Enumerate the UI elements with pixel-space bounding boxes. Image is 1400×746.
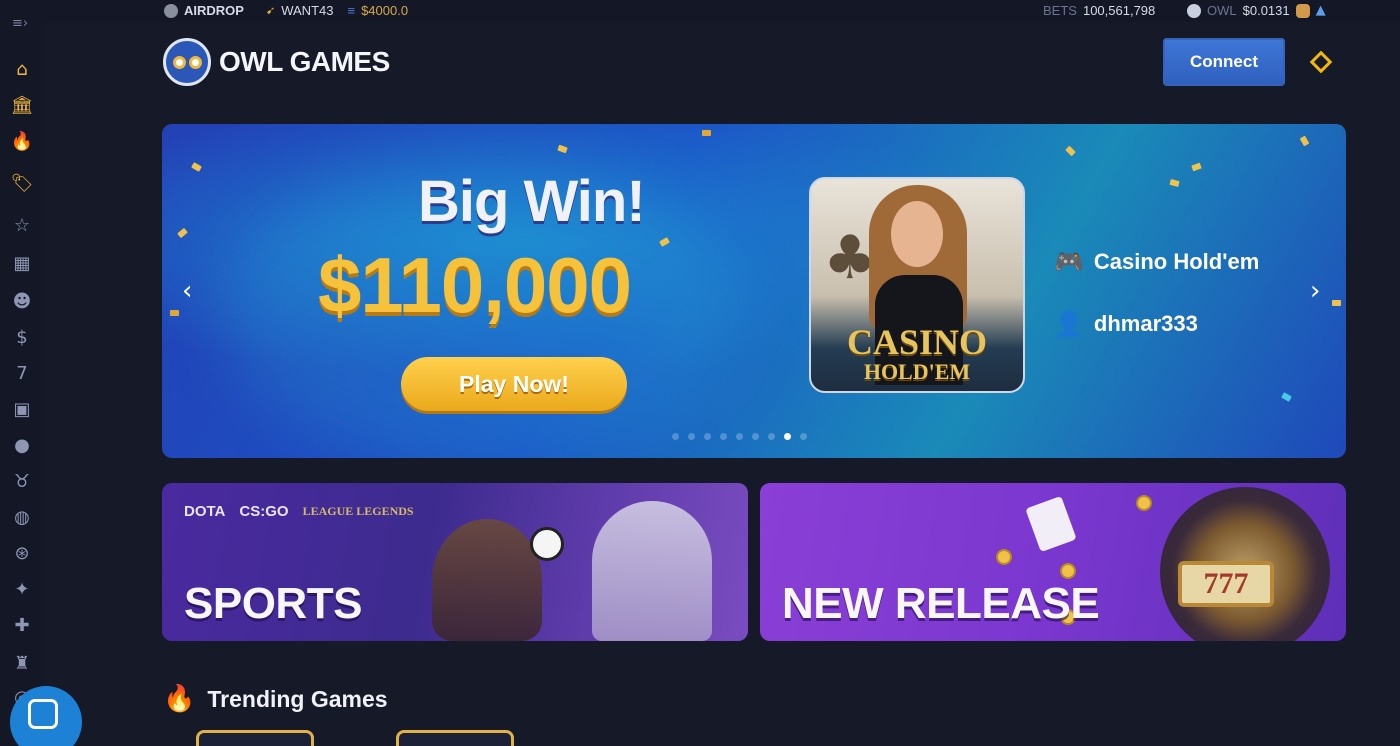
- pancakeswap-icon[interactable]: [1295, 3, 1310, 18]
- fire-icon: 🔥: [163, 684, 196, 714]
- slot-machine-icon: 777: [1178, 561, 1274, 607]
- user-icon: 👤: [1054, 310, 1084, 338]
- carousel-dot[interactable]: [800, 433, 807, 440]
- new-release-category-card[interactable]: 777 NEW RELEASE: [760, 483, 1346, 641]
- hero-next-arrow-icon[interactable]: ›: [1310, 276, 1320, 306]
- bull-icon[interactable]: ♉: [9, 468, 35, 494]
- carousel-indicator: [672, 433, 807, 440]
- soccer-ball-icon: [530, 527, 564, 561]
- carousel-dot[interactable]: [784, 433, 791, 440]
- hero-prev-arrow-icon[interactable]: ‹: [182, 276, 192, 306]
- win-amount: $110,000: [318, 241, 632, 329]
- chat-support-button[interactable]: [10, 686, 82, 746]
- winning-game[interactable]: 🎮 Casino Hold'em: [1054, 248, 1259, 276]
- carousel-dot[interactable]: [672, 433, 679, 440]
- trophy-icon[interactable]: ♜: [9, 650, 35, 676]
- top-info-bar: AIRDROP ➹ WANT43 ≡ $4000.0 BETS 100,561,…: [0, 0, 1400, 22]
- play-now-button[interactable]: Play Now!: [401, 357, 627, 411]
- connect-wallet-button[interactable]: Connect: [1163, 38, 1285, 86]
- trending-game-tile[interactable]: [196, 730, 314, 746]
- carousel-dot[interactable]: [752, 433, 759, 440]
- want-token[interactable]: ➹ WANT43 ≡ $4000.0: [266, 3, 408, 18]
- owl-token-icon: [1187, 3, 1201, 18]
- owl-icon[interactable]: ☻: [9, 288, 35, 314]
- carousel-dot[interactable]: [720, 433, 727, 440]
- grid-icon[interactable]: ▦: [9, 250, 35, 276]
- winning-player: 👤 dhmar333: [1054, 310, 1198, 338]
- hero-headline: Big Win!: [418, 169, 646, 234]
- equals-icon: ≡: [347, 3, 356, 18]
- sidebar: ≡› ⌂🏛🔥🏷☆▦☻$7▣●♉◍⊛✦✚♜◎: [0, 0, 82, 746]
- game-name: Casino Hold'em: [1093, 249, 1260, 274]
- owl-label: OWL: [1207, 3, 1237, 18]
- gamepad-icon: 🎮: [1054, 248, 1084, 276]
- csgo-logo: CS:GO: [239, 503, 289, 520]
- want-label: WANT43: [281, 3, 334, 18]
- airdrop-label: AIRDROP: [184, 3, 244, 18]
- puzzle-icon[interactable]: ✚: [9, 612, 35, 638]
- bets-label: BETS: [1043, 3, 1077, 18]
- airdrop-link[interactable]: AIRDROP: [164, 3, 244, 18]
- dota-logo: DOTA: [184, 503, 226, 520]
- player-name: dhmar333: [1093, 311, 1198, 336]
- trending-title: Trending Games: [207, 685, 388, 712]
- new-release-label: NEW RELEASE: [782, 579, 1100, 628]
- owl-price: OWL $0.0131 ▲: [1187, 3, 1326, 18]
- big-win-banner: ‹ › Big Win! $110,000 Play Now! ♣ CASINO…: [162, 124, 1346, 458]
- carousel-dot[interactable]: [704, 433, 711, 440]
- home-icon[interactable]: ⌂: [9, 56, 35, 82]
- airdrop-icon: [164, 3, 178, 18]
- carousel-dot[interactable]: [768, 433, 775, 440]
- tag-icon[interactable]: 🏷: [9, 170, 35, 196]
- bnb-chain-icon[interactable]: [1309, 50, 1333, 74]
- chat-icon: [28, 699, 58, 729]
- logo-text: OWL GAMES: [219, 46, 390, 77]
- game-thumbnail[interactable]: ♣ CASINO HOLD'EM: [809, 177, 1025, 393]
- rocket-icon: ➹: [266, 4, 276, 17]
- sidebar-toggle-icon[interactable]: ≡›: [12, 16, 28, 31]
- want-value: $4000.0: [361, 3, 409, 18]
- sports-label: SPORTS: [184, 579, 362, 628]
- esports-logos: DOTA CS:GO LEAGUE LEGENDS: [184, 503, 414, 520]
- ping-pong-icon[interactable]: ●: [9, 432, 35, 458]
- star-icon[interactable]: ☆: [9, 212, 35, 238]
- carousel-dot[interactable]: [688, 433, 695, 440]
- live-icon[interactable]: ▣: [9, 396, 35, 422]
- wheel-icon[interactable]: ⊛: [9, 540, 35, 566]
- magic-wand-icon[interactable]: ✦: [9, 576, 35, 602]
- owl-logo-icon: [163, 38, 211, 86]
- sports-category-card[interactable]: DOTA CS:GO LEAGUE LEGENDS SPORTS: [162, 483, 748, 641]
- game-card-title: CASINO: [846, 322, 988, 362]
- playing-card-icon: [1025, 495, 1077, 553]
- site-logo[interactable]: OWL GAMES: [163, 38, 390, 86]
- chart-icon[interactable]: ▲: [1316, 3, 1326, 18]
- bets-value: 100,561,798: [1082, 3, 1156, 18]
- slots-777-icon[interactable]: 7: [9, 360, 35, 386]
- owl-value: $0.0131: [1242, 3, 1290, 18]
- bets-counter: BETS 100,561,798: [1043, 3, 1155, 18]
- league-legends-logo: LEAGUE LEGENDS: [302, 504, 414, 518]
- trending-games-heading: 🔥 Trending Games: [163, 684, 388, 714]
- money-bag-icon[interactable]: $: [9, 324, 35, 350]
- bank-icon[interactable]: 🏛: [9, 92, 35, 118]
- carousel-dot[interactable]: [736, 433, 743, 440]
- gamepad-icon[interactable]: ◍: [9, 504, 35, 530]
- fire-icon[interactable]: 🔥: [9, 128, 35, 154]
- game-card-subtitle: HOLD'EM: [863, 359, 971, 384]
- trending-game-tile[interactable]: [396, 730, 514, 746]
